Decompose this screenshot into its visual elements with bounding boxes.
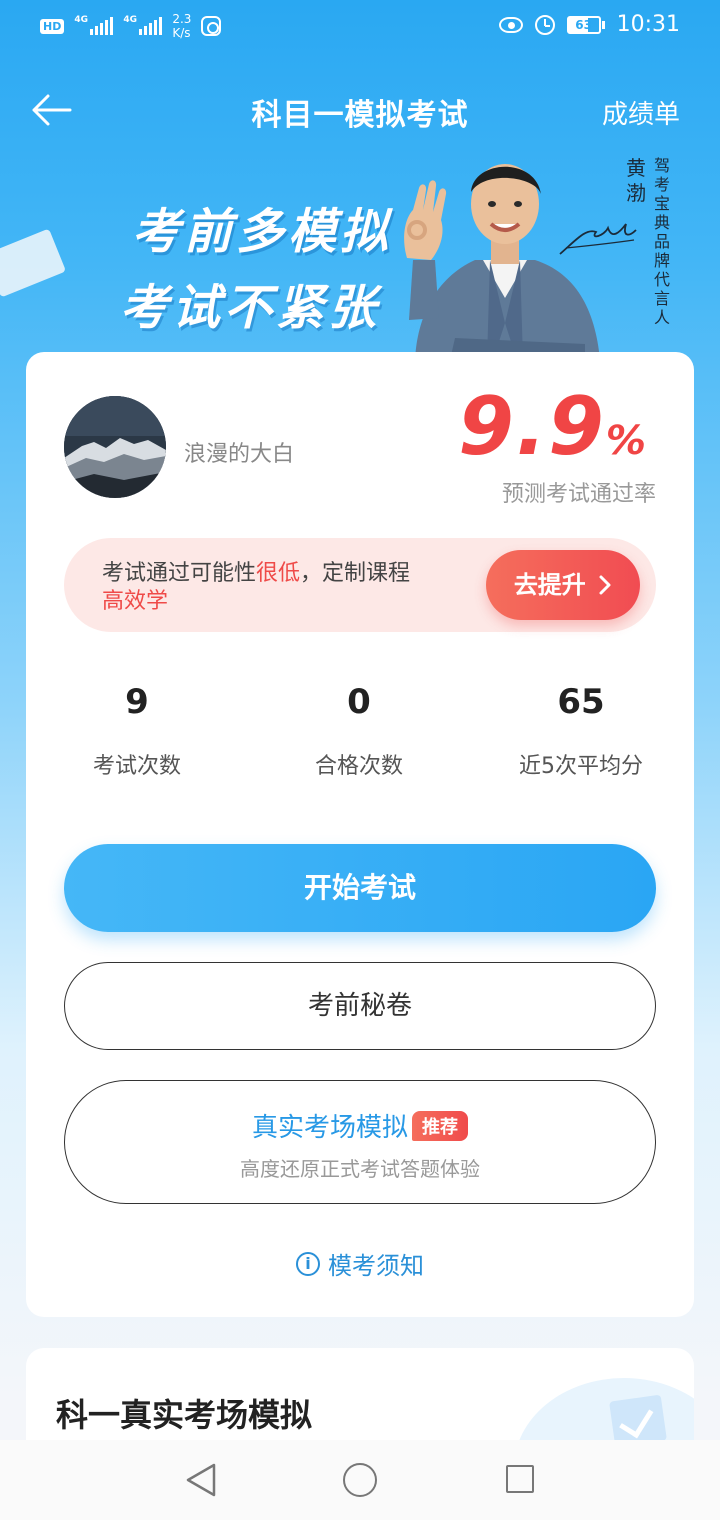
net-speed-value: 2.3 bbox=[172, 12, 192, 26]
net-speed: 2.3 K/s bbox=[172, 12, 191, 40]
stat-value: 0 bbox=[347, 682, 371, 722]
banner-slogan-line1: 考前多模拟 bbox=[132, 204, 393, 260]
system-nav-bar bbox=[0, 1440, 720, 1520]
battery-icon: 63 bbox=[566, 15, 605, 34]
real-exam-title-row: 真实考场模拟 推荐 bbox=[65, 1107, 655, 1144]
endorser-name: 黄渤 bbox=[626, 156, 646, 205]
endorser-title: 驾考宝典品牌代言人 bbox=[653, 156, 670, 327]
stat-label: 考试次数 bbox=[92, 754, 181, 779]
stat-label: 合格次数 bbox=[314, 754, 403, 779]
eye-comfort-icon bbox=[498, 16, 523, 33]
real-exam-simulation-button[interactable]: 真实考场模拟 推荐 高度还原正式考试答题体验 bbox=[64, 1080, 656, 1204]
pass-rate-value: 9.9 bbox=[458, 380, 606, 473]
alarm-icon bbox=[534, 14, 555, 35]
stat-value: 65 bbox=[557, 682, 605, 722]
signal-icon: 4G bbox=[74, 15, 114, 35]
promo-text-after: ，定制课程 bbox=[300, 561, 411, 586]
stat-value: 9 bbox=[125, 682, 149, 722]
recommend-badge: 推荐 bbox=[412, 1110, 468, 1141]
chevron-right-icon bbox=[599, 575, 611, 595]
network-type-label-2: 4G bbox=[123, 15, 137, 25]
stat-pass-count: 0 合格次数 bbox=[248, 682, 470, 780]
avatar[interactable] bbox=[64, 396, 166, 498]
banner-slogan-line2: 考试不紧张 bbox=[120, 280, 381, 336]
status-bar: HD 4G 4G 2.3 K/s 63 10:31 bbox=[0, 0, 720, 56]
stat-exam-count: 9 考试次数 bbox=[26, 682, 248, 780]
username: 浪漫的大白 bbox=[184, 442, 295, 467]
pass-rate-unit: % bbox=[605, 418, 646, 464]
promo-text-before: 考试通过可能性 bbox=[102, 561, 257, 586]
report-card-link[interactable]: 成绩单 bbox=[602, 94, 680, 131]
exam-card: 浪漫的大白 9.9% 预测考试通过率 考试通过可能性很低，定制课程 高效学 去提… bbox=[26, 352, 694, 1317]
improve-button-label: 去提升 bbox=[513, 571, 586, 599]
signal-icon-2: 4G bbox=[123, 15, 163, 35]
section-title: 科一真实考场模拟 bbox=[56, 1396, 313, 1434]
exam-notice-link[interactable]: i 模考须知 bbox=[26, 1246, 694, 1281]
nav-recent-apps-icon[interactable] bbox=[506, 1465, 534, 1493]
network-type-label: 4G bbox=[74, 15, 88, 25]
promo-text: 考试通过可能性很低，定制课程 高效学 bbox=[102, 560, 410, 616]
pass-rate-label: 预测考试通过率 bbox=[501, 482, 656, 507]
status-left: HD 4G 4G 2.3 K/s bbox=[40, 12, 222, 40]
start-exam-button[interactable]: 开始考试 bbox=[64, 844, 656, 932]
promo-banner[interactable]: 考前多模拟 考试不紧张 黄渤 驾考宝典品牌代言人 bbox=[0, 140, 720, 360]
improve-promo: 考试通过可能性很低，定制课程 高效学 去提升 bbox=[64, 538, 656, 632]
exam-notice-label: 模考须知 bbox=[328, 1252, 424, 1280]
info-icon: i bbox=[296, 1251, 320, 1276]
hd-icon: HD bbox=[40, 18, 65, 34]
battery-level: 63 bbox=[566, 15, 601, 34]
signature-image bbox=[559, 223, 637, 255]
net-speed-unit: K/s bbox=[172, 26, 191, 40]
pass-rate: 9.9% bbox=[458, 380, 646, 473]
clock: 10:31 bbox=[616, 12, 680, 37]
promo-text-line2: 高效学 bbox=[102, 589, 169, 614]
real-exam-subtitle: 高度还原正式考试答题体验 bbox=[240, 1157, 480, 1181]
secret-paper-button[interactable]: 考前秘卷 bbox=[64, 962, 656, 1050]
status-right: 63 10:31 bbox=[498, 12, 680, 37]
notification-app-icon bbox=[201, 16, 222, 36]
top-nav: 科目一模拟考试 成绩单 bbox=[0, 80, 720, 140]
promo-text-highlight: 很低 bbox=[256, 561, 301, 586]
stat-label: 近5次平均分 bbox=[519, 754, 643, 779]
nav-back-icon[interactable] bbox=[184, 1462, 218, 1498]
stat-average-score: 65 近5次平均分 bbox=[470, 682, 692, 780]
nav-home-icon[interactable] bbox=[343, 1463, 377, 1497]
improve-button[interactable]: 去提升 bbox=[486, 550, 640, 620]
paper-decoration bbox=[0, 228, 67, 298]
real-exam-title: 真实考场模拟 bbox=[251, 1113, 408, 1143]
